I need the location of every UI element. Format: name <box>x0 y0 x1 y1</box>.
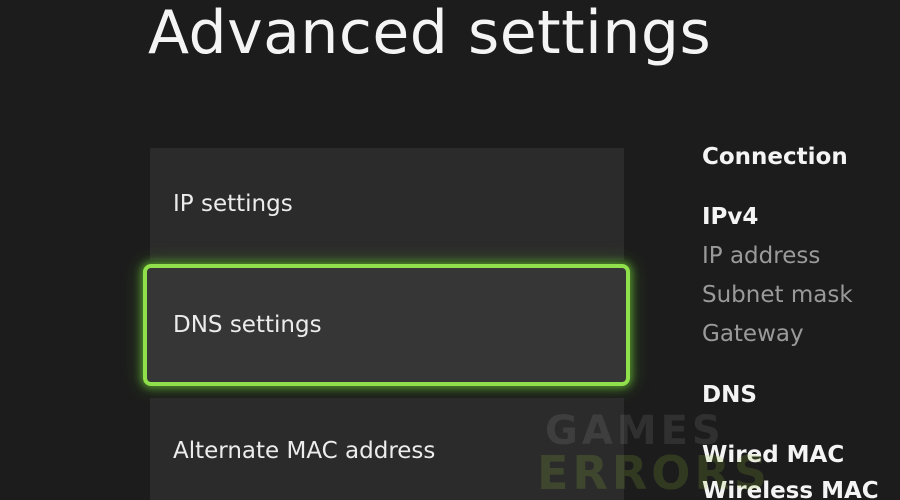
wireless-mac-heading: Wireless MAC <box>702 478 879 500</box>
settings-menu: IP settings DNS settings Alternate MAC a… <box>143 148 630 500</box>
dns-settings-label: DNS settings <box>173 312 322 338</box>
dns-settings-button[interactable]: DNS settings <box>143 264 630 386</box>
ip-settings-button[interactable]: IP settings <box>150 148 624 260</box>
alternate-mac-address-label: Alternate MAC address <box>173 438 436 464</box>
subnet-mask-label: Subnet mask <box>702 282 853 308</box>
page-title: Advanced settings <box>148 0 712 68</box>
wired-mac-heading: Wired MAC <box>702 442 845 468</box>
ipv4-heading: IPv4 <box>702 204 759 230</box>
connection-heading: Connection <box>702 144 848 170</box>
connection-info-panel: Connection IPv4 IP address Subnet mask G… <box>702 0 900 500</box>
alternate-mac-address-button[interactable]: Alternate MAC address <box>150 398 624 500</box>
gateway-label: Gateway <box>702 321 804 347</box>
ip-settings-label: IP settings <box>173 191 293 217</box>
ip-address-label: IP address <box>702 243 821 269</box>
dns-heading: DNS <box>702 382 757 408</box>
